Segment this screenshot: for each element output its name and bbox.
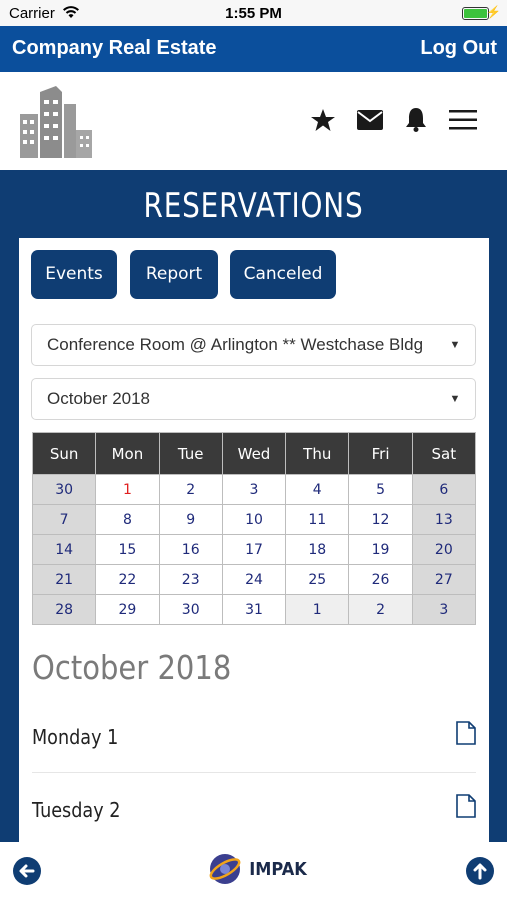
weekday-header: Wed <box>221 432 287 475</box>
weekday-header: Tue <box>158 432 223 475</box>
bell-icon[interactable] <box>405 108 427 132</box>
calendar-day[interactable]: 1 <box>285 594 350 625</box>
day-label: Monday 1 <box>32 725 119 749</box>
calendar-day[interactable]: 10 <box>221 504 287 535</box>
calendar-day[interactable]: 1 <box>95 474 160 505</box>
calendar-day[interactable]: 2 <box>158 474 223 505</box>
impak-logo-icon <box>209 854 241 884</box>
room-select[interactable]: Conference Room @ Arlington ** Westchase… <box>31 324 476 366</box>
calendar-day[interactable]: 18 <box>285 534 350 565</box>
calendar-day[interactable]: 12 <box>348 504 413 535</box>
main-content: RESERVATIONS Events Report Canceled Conf… <box>0 170 507 842</box>
caret-down-icon: ▼ <box>447 325 463 365</box>
month-select[interactable]: October 2018 ▼ <box>31 378 476 420</box>
clock: 1:55 PM <box>225 5 282 22</box>
app-header: Company Real Estate Log Out <box>0 26 507 72</box>
star-icon[interactable] <box>311 109 335 131</box>
calendar-day[interactable]: 29 <box>95 594 160 625</box>
calendar-day[interactable]: 7 <box>31 504 97 535</box>
reservations-card: Events Report Canceled Conference Room @… <box>19 238 489 842</box>
scroll-up-icon[interactable] <box>465 856 495 891</box>
calendar-weekday-row: Sun Mon Tue Wed Thu Fri Sat <box>31 432 477 475</box>
app-title: Company Real Estate <box>12 37 217 59</box>
calendar-day[interactable]: 13 <box>411 504 477 535</box>
impak-brand-text: IMPAK <box>249 858 307 880</box>
calendar-day[interactable]: 27 <box>411 564 477 595</box>
caret-down-icon: ▼ <box>447 379 463 419</box>
calendar-day[interactable]: 19 <box>348 534 413 565</box>
day-list-item[interactable]: Tuesday 2 <box>32 776 476 842</box>
envelope-icon[interactable] <box>357 110 383 130</box>
document-icon[interactable] <box>456 721 476 750</box>
day-label: Tuesday 2 <box>32 798 121 822</box>
calendar-grid: Sun Mon Tue Wed Thu Fri Sat 30 1 2 3 4 5 <box>31 432 477 625</box>
calendar-day[interactable]: 25 <box>285 564 350 595</box>
calendar-day[interactable]: 8 <box>95 504 160 535</box>
document-icon[interactable] <box>456 794 476 823</box>
calendar-day[interactable]: 4 <box>285 474 350 505</box>
calendar-day[interactable]: 3 <box>411 594 477 625</box>
calendar-day[interactable]: 31 <box>221 594 287 625</box>
calendar-week-row: 30 1 2 3 4 5 6 <box>31 474 477 505</box>
calendar-day[interactable]: 5 <box>348 474 413 505</box>
calendar-day[interactable]: 11 <box>285 504 350 535</box>
calendar-day[interactable]: 24 <box>221 564 287 595</box>
calendar-day[interactable]: 30 <box>158 594 223 625</box>
calendar-week-row: 7 8 9 10 11 12 13 <box>31 504 477 535</box>
calendar-week-row: 21 22 23 24 25 26 27 <box>31 564 477 595</box>
weekday-header: Sat <box>411 432 477 475</box>
weekday-header: Thu <box>285 432 350 475</box>
weekday-header: Fri <box>348 432 413 475</box>
calendar-day[interactable]: 15 <box>95 534 160 565</box>
impak-brand: IMPAK <box>208 852 310 886</box>
calendar-week-row: 28 29 30 31 1 2 3 <box>31 594 477 625</box>
month-select-value: October 2018 <box>47 389 151 408</box>
logout-button[interactable]: Log Out <box>420 37 497 60</box>
calendar-day[interactable]: 6 <box>411 474 477 505</box>
back-arrow-icon[interactable] <box>12 856 42 891</box>
brand-bar <box>0 72 507 170</box>
footer-bar: IMPAK <box>0 842 507 900</box>
calendar-week-row: 14 15 16 17 18 19 20 <box>31 534 477 565</box>
calendar-day[interactable]: 3 <box>221 474 287 505</box>
month-heading: October 2018 <box>32 648 232 687</box>
calendar-day[interactable]: 2 <box>348 594 413 625</box>
calendar-day[interactable]: 9 <box>158 504 223 535</box>
hamburger-menu-icon[interactable] <box>449 110 477 130</box>
buildings-logo-icon <box>20 86 92 158</box>
charging-icon: ⚡ <box>486 5 501 19</box>
page-title: RESERVATIONS <box>143 186 364 226</box>
nav-icons <box>311 108 477 132</box>
day-list-item[interactable]: Monday 1 <box>32 703 476 773</box>
calendar-day[interactable]: 21 <box>31 564 97 595</box>
status-bar: Carrier 1:55 PM ⚡ <box>0 0 507 26</box>
report-button[interactable]: Report <box>130 250 218 299</box>
calendar-day[interactable]: 14 <box>31 534 97 565</box>
calendar-day[interactable]: 23 <box>158 564 223 595</box>
calendar-day[interactable]: 17 <box>221 534 287 565</box>
calendar-day[interactable]: 26 <box>348 564 413 595</box>
weekday-header: Sun <box>31 432 97 475</box>
calendar-day[interactable]: 28 <box>31 594 97 625</box>
calendar-day[interactable]: 22 <box>95 564 160 595</box>
calendar-day[interactable]: 30 <box>31 474 97 505</box>
events-button[interactable]: Events <box>31 250 117 299</box>
room-select-value: Conference Room @ Arlington ** Westchase… <box>47 335 424 354</box>
battery-icon <box>462 7 489 20</box>
weekday-header: Mon <box>95 432 160 475</box>
canceled-button[interactable]: Canceled <box>230 250 336 299</box>
calendar-day[interactable]: 16 <box>158 534 223 565</box>
calendar-day[interactable]: 20 <box>411 534 477 565</box>
